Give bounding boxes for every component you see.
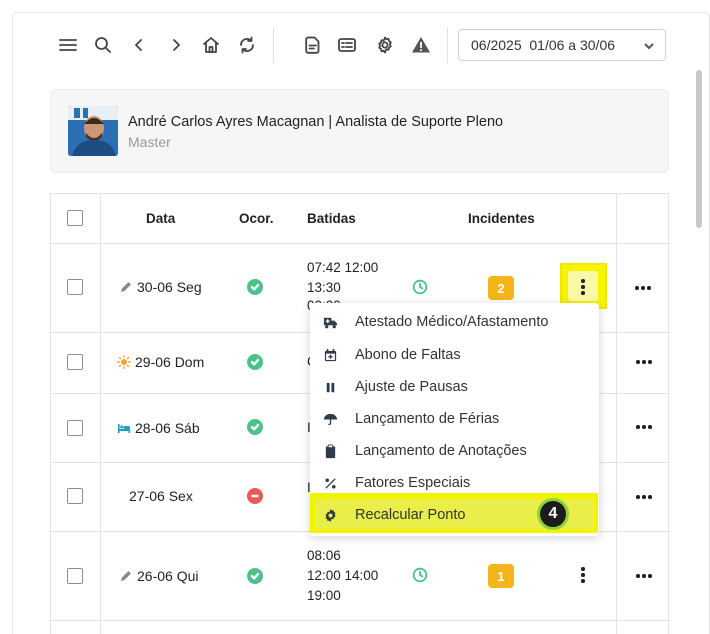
toolbar-divider [447, 27, 448, 63]
user-name: André Carlos Ayres Macagnan | Analista d… [128, 114, 504, 130]
scrollbar-thumb[interactable] [696, 70, 702, 228]
pencil-icon[interactable] [119, 280, 133, 294]
column-divider [616, 194, 617, 634]
period-value: 06/2025 01/06 a 30/06 [471, 37, 616, 53]
row-more-icon[interactable] [634, 422, 654, 432]
status-error-icon [247, 488, 263, 504]
menu-item-anotacoes[interactable]: Lançamento de Anotações [310, 436, 599, 466]
column-header-ocor[interactable]: Ocor. [239, 211, 274, 226]
menu-item-ferias[interactable]: Lançamento de Férias [310, 404, 599, 434]
row-checkbox[interactable] [67, 279, 83, 295]
menu-item-pausas[interactable]: Ajuste de Pausas [310, 372, 599, 402]
search-icon[interactable] [92, 34, 114, 56]
punch-line: 08:06 [307, 548, 341, 563]
punch-line: 13:30 [307, 280, 341, 295]
row-divider [51, 620, 670, 621]
row-date-label: 29-06 Dom [135, 354, 205, 370]
row-more-icon[interactable] [633, 283, 653, 293]
menu-item-label: Fatores Especiais [355, 475, 471, 491]
clock-icon[interactable] [412, 567, 428, 583]
step-callout-badge: 4 [537, 498, 569, 530]
chevron-right-icon[interactable] [165, 34, 187, 56]
column-header-incidents[interactable]: Incidentes [468, 211, 535, 226]
select-all-checkbox[interactable] [67, 210, 83, 226]
menu-item-label: Abono de Faltas [355, 347, 461, 363]
row-punches: 07:42 12:00 13:30 [307, 258, 378, 298]
gear-icon [322, 507, 338, 523]
row-checkbox[interactable] [67, 568, 83, 584]
menu-item-label: Lançamento de Anotações [355, 443, 527, 459]
user-card: André Carlos Ayres Macagnan | Analista d… [50, 89, 669, 173]
column-divider [100, 194, 101, 634]
clipboard-icon [322, 443, 338, 459]
sun-icon [117, 355, 131, 369]
row-date: 27-06 Sex [129, 488, 193, 504]
toolbar-divider [273, 27, 274, 63]
clock-icon[interactable] [412, 279, 428, 295]
status-ok-icon [247, 568, 263, 584]
punch-line: 07:42 12:00 [307, 260, 379, 275]
menu-item-label: Recalcular Ponto [355, 507, 466, 523]
row-actions-kebab[interactable] [577, 564, 589, 586]
row-date: 30-06 Seg [119, 279, 202, 295]
row-more-icon[interactable] [634, 492, 654, 502]
row-date-label: 28-06 Sáb [135, 420, 200, 436]
chevron-left-icon[interactable] [128, 34, 150, 56]
row-date: 28-06 Sáb [117, 420, 200, 436]
row-more-icon[interactable] [634, 357, 654, 367]
gear-icon[interactable] [374, 34, 396, 56]
row-checkbox[interactable] [67, 354, 83, 370]
row-date-label: 26-06 Qui [137, 568, 199, 584]
refresh-icon[interactable] [236, 34, 258, 56]
column-header-date[interactable]: Data [146, 211, 175, 226]
row-more-icon[interactable] [634, 571, 654, 581]
status-ok-icon [247, 279, 263, 295]
document-icon[interactable] [302, 34, 324, 56]
percent-icon [322, 475, 338, 491]
menu-item-atestado[interactable]: Atestado Médico/Afastamento [310, 307, 599, 337]
menu-item-abono[interactable]: Abono de Faltas [310, 340, 599, 370]
menu-item-label: Atestado Médico/Afastamento [355, 314, 549, 330]
punch-line: 19:00 [307, 588, 341, 603]
row-date: 29-06 Dom [117, 354, 204, 370]
bed-icon [117, 421, 131, 435]
incident-count-badge[interactable]: 2 [488, 276, 514, 300]
row-divider [51, 243, 670, 244]
toolbar: 06/2025 01/06 a 30/06 [0, 0, 710, 90]
incident-count-badge[interactable]: 1 [488, 564, 514, 588]
warning-icon[interactable] [410, 34, 432, 56]
status-ok-icon [247, 419, 263, 435]
row-checkbox[interactable] [67, 488, 83, 504]
row-actions-kebab[interactable] [577, 276, 589, 298]
pause-icon [322, 379, 338, 395]
row-date-label: 27-06 Sex [129, 488, 193, 504]
column-header-punches[interactable]: Batidas [307, 211, 356, 226]
menu-item-label: Lançamento de Férias [355, 411, 500, 427]
umbrella-icon [322, 411, 338, 427]
row-checkbox[interactable] [67, 420, 83, 436]
chevron-down-icon [643, 39, 655, 51]
row-date-label: 30-06 Seg [137, 279, 202, 295]
calendar-icon [322, 347, 338, 363]
status-ok-icon [247, 354, 263, 370]
avatar [68, 106, 118, 156]
user-role: Master [128, 134, 171, 150]
menu-item-label: Ajuste de Pausas [355, 379, 468, 395]
punch-line: 12:00 14:00 [307, 568, 379, 583]
row-date: 26-06 Qui [119, 568, 198, 584]
row-punches: 08:06 12:00 14:00 19:00 [307, 546, 378, 606]
card-list-icon[interactable] [336, 34, 358, 56]
ambulance-icon [322, 314, 338, 330]
pencil-icon[interactable] [119, 569, 133, 583]
period-select[interactable]: 06/2025 01/06 a 30/06 [458, 29, 666, 61]
home-icon[interactable] [200, 34, 222, 56]
menu-icon[interactable] [57, 34, 79, 56]
